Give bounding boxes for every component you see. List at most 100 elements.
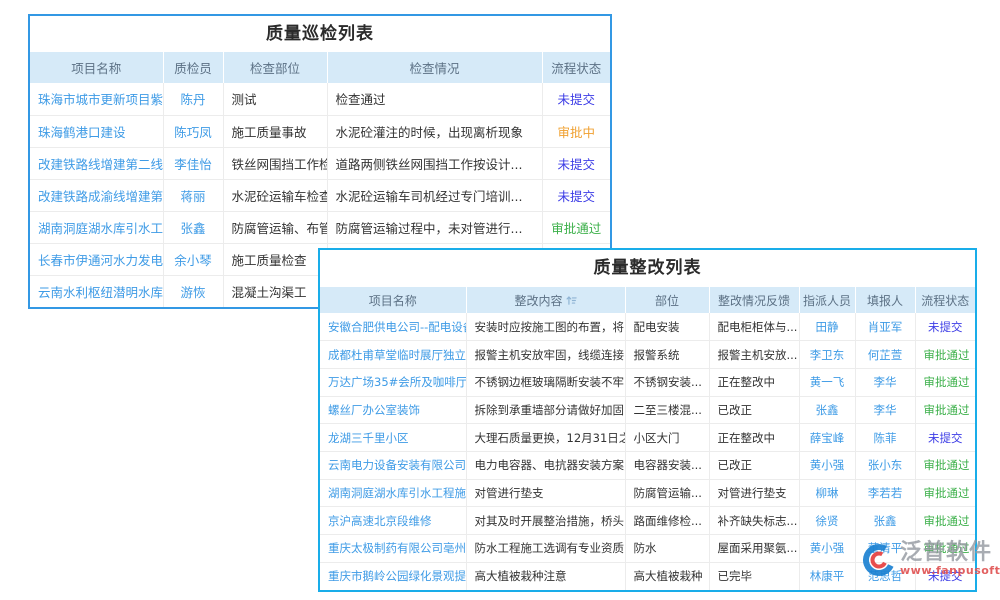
project-link-cell[interactable]: 云南水利枢纽潜明水库... <box>30 275 163 307</box>
text-cell: 道路两侧铁丝网围挡工作按设计... <box>327 147 542 179</box>
table-title: 质量整改列表 <box>320 250 975 287</box>
person-link-cell[interactable]: 徐贤 <box>799 507 855 535</box>
person-link-cell[interactable]: 李华 <box>855 368 915 396</box>
text-cell: 水泥砼运输车司机经过专门培训... <box>327 179 542 211</box>
project-link-cell[interactable]: 成都杜甫草堂临时展厅独立展... <box>320 341 466 369</box>
text-cell: 防腐管运输... <box>625 479 709 507</box>
person-link-cell[interactable]: 蒋丽 <box>163 179 223 211</box>
person-link-cell[interactable]: 黄一飞 <box>799 368 855 396</box>
status-cell: 未提交 <box>542 83 610 115</box>
column-header-label: 项目名称 <box>71 61 121 76</box>
column-header: 项目名称 <box>30 52 163 83</box>
text-cell: 防腐管运输过程中，未对管进行... <box>327 211 542 243</box>
person-link-cell[interactable]: 黄小强 <box>799 451 855 479</box>
column-header-label: 检查部位 <box>250 61 300 76</box>
person-link-cell[interactable]: 陈菲 <box>855 424 915 452</box>
table-row: 京沪高速北京段维修对其及时开展整治措施，桥头...路面维修检...补齐缺失标志.… <box>320 507 975 535</box>
text-cell: 正在整改中 <box>709 424 799 452</box>
text-cell: 测试 <box>223 83 327 115</box>
text-cell: 电容器安装... <box>625 451 709 479</box>
column-header: 流程状态 <box>915 287 975 313</box>
project-link-cell[interactable]: 龙湖三千里小区 <box>320 424 466 452</box>
text-cell: 安装时应按施工图的布置，将... <box>466 313 625 341</box>
column-header: 填报人 <box>855 287 915 313</box>
text-cell: 混凝土沟渠工 <box>223 275 327 307</box>
text-cell: 已改正 <box>709 451 799 479</box>
status-cell: 未提交 <box>542 147 610 179</box>
project-link-cell[interactable]: 螺丝厂办公室装饰 <box>320 396 466 424</box>
person-link-cell[interactable]: 陈丹 <box>163 83 223 115</box>
text-cell: 防水工程施工选调有专业资质... <box>466 535 625 563</box>
status-cell: 审批通过 <box>915 368 975 396</box>
table-title: 质量巡检列表 <box>30 16 610 52</box>
table-row: 安徽合肥供电公司--配电设备...安装时应按施工图的布置，将...配电安装配电柜… <box>320 313 975 341</box>
column-header-label: 质检员 <box>174 61 212 76</box>
project-link-cell[interactable]: 珠海市城市更新项目紫... <box>30 83 163 115</box>
text-cell: 不锈钢边框玻璃隔断安装不牢... <box>466 368 625 396</box>
person-link-cell[interactable]: 林康平 <box>799 562 855 590</box>
person-link-cell[interactable]: 余小琴 <box>163 243 223 275</box>
project-link-cell[interactable]: 重庆市鹅岭公园绿化景观提升... <box>320 562 466 590</box>
project-link-cell[interactable]: 改建铁路线增建第二线... <box>30 147 163 179</box>
table-row: 成都杜甫草堂临时展厅独立展...报警主机安放牢固，线缆连接...报警系统报警主机… <box>320 341 975 369</box>
text-cell: 报警系统 <box>625 341 709 369</box>
status-cell: 审批中 <box>542 115 610 147</box>
text-cell: 报警主机安放... <box>709 341 799 369</box>
brand-name: 泛普软件 <box>900 541 1000 565</box>
person-link-cell[interactable]: 李卫东 <box>799 341 855 369</box>
column-header: 流程状态 <box>542 52 610 83</box>
person-link-cell[interactable]: 李华 <box>855 396 915 424</box>
column-header-label: 填报人 <box>867 294 903 308</box>
person-link-cell[interactable]: 薛宝峰 <box>799 424 855 452</box>
project-link-cell[interactable]: 京沪高速北京段维修 <box>320 507 466 535</box>
text-cell: 防水 <box>625 535 709 563</box>
text-cell: 配电柜柜体与... <box>709 313 799 341</box>
project-link-cell[interactable]: 重庆太极制药有限公司亳州中... <box>320 535 466 563</box>
text-cell: 补齐缺失标志... <box>709 507 799 535</box>
text-cell: 对管进行垫支 <box>466 479 625 507</box>
project-link-cell[interactable]: 云南电力设备安装有限公司20... <box>320 451 466 479</box>
text-cell: 对管进行垫支 <box>709 479 799 507</box>
header-row: 项目名称 质检员 检查部位 检查情况流程状态 <box>30 52 610 83</box>
status-cell: 审批通过 <box>915 396 975 424</box>
person-link-cell[interactable]: 陈巧凤 <box>163 115 223 147</box>
text-cell: 配电安装 <box>625 313 709 341</box>
status-cell: 未提交 <box>542 179 610 211</box>
column-header: 部位 <box>625 287 709 313</box>
person-link-cell[interactable]: 肖亚军 <box>855 313 915 341</box>
project-link-cell[interactable]: 长春市伊通河水力发电... <box>30 243 163 275</box>
person-link-cell[interactable]: 张鑫 <box>799 396 855 424</box>
person-link-cell[interactable]: 黄小强 <box>799 535 855 563</box>
project-link-cell[interactable]: 湖南洞庭湖水库引水工... <box>30 211 163 243</box>
table-row: 改建铁路成渝线增建第...蒋丽水泥砼运输车检查水泥砼运输车司机经过专门培训...… <box>30 179 610 211</box>
column-header-label: 整改情况反馈 <box>718 294 790 308</box>
person-link-cell[interactable]: 田静 <box>799 313 855 341</box>
project-link-cell[interactable]: 改建铁路成渝线增建第... <box>30 179 163 211</box>
text-cell: 电力电容器、电抗器安装方案,... <box>466 451 625 479</box>
table-row: 万达广场35#会所及咖啡厅空...不锈钢边框玻璃隔断安装不牢...不锈钢安装..… <box>320 368 975 396</box>
table-row: 珠海市城市更新项目紫...陈丹测试检查通过未提交 <box>30 83 610 115</box>
sort-ascending-icon[interactable] <box>566 295 577 306</box>
column-header[interactable]: 整改内容 <box>466 287 625 313</box>
project-link-cell[interactable]: 安徽合肥供电公司--配电设备... <box>320 313 466 341</box>
column-header-label: 部位 <box>655 294 679 308</box>
table-row: 改建铁路线增建第二线...李佳怡铁丝网围挡工作检查道路两侧铁丝网围挡工作按设计.… <box>30 147 610 179</box>
table-row: 龙湖三千里小区大理石质量更换，12月31日之...小区大门正在整改中薛宝峰陈菲未… <box>320 424 975 452</box>
text-cell: 施工质量事故 <box>223 115 327 147</box>
person-link-cell[interactable]: 张鑫 <box>163 211 223 243</box>
text-cell: 二至三楼混... <box>625 396 709 424</box>
person-link-cell[interactable]: 张小东 <box>855 451 915 479</box>
column-header-label: 流程状态 <box>921 294 969 308</box>
person-link-cell[interactable]: 何芷萱 <box>855 341 915 369</box>
project-link-cell[interactable]: 珠海鹤港口建设 <box>30 115 163 147</box>
person-link-cell[interactable]: 游恢 <box>163 275 223 307</box>
project-link-cell[interactable]: 万达广场35#会所及咖啡厅空... <box>320 368 466 396</box>
person-link-cell[interactable]: 李若若 <box>855 479 915 507</box>
column-header: 检查部位 <box>223 52 327 83</box>
text-cell: 已完毕 <box>709 562 799 590</box>
person-link-cell[interactable]: 张鑫 <box>855 507 915 535</box>
person-link-cell[interactable]: 李佳怡 <box>163 147 223 179</box>
project-link-cell[interactable]: 湖南洞庭湖水库引水工程施工标 <box>320 479 466 507</box>
person-link-cell[interactable]: 柳琳 <box>799 479 855 507</box>
column-header: 检查情况 <box>327 52 542 83</box>
